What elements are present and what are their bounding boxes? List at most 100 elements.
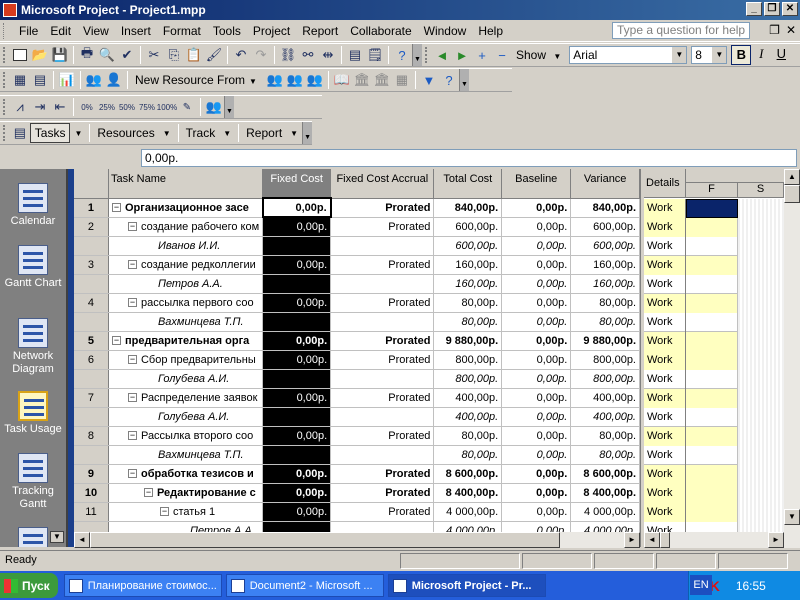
table-horizontal-scrollbar[interactable]: ◄ ► bbox=[74, 532, 640, 548]
work-cell-s[interactable] bbox=[738, 332, 784, 351]
task-row[interactable]: 7− Распределение заявок 0,00р. Prorated 400,… bbox=[74, 388, 640, 408]
scroll-left-icon[interactable]: ◄ bbox=[432, 45, 452, 65]
baseline-cell[interactable]: 0,00р. bbox=[501, 445, 572, 465]
copy-icon[interactable]: ⎘ bbox=[164, 45, 184, 65]
baseline-cell[interactable]: 0,00р. bbox=[501, 236, 572, 256]
undo-icon[interactable]: ↶ bbox=[231, 45, 251, 65]
work-cell-s[interactable] bbox=[738, 503, 784, 522]
scroll-down-button[interactable]: ▼ bbox=[784, 509, 800, 525]
resource-allocation-icon[interactable]: ▦ bbox=[10, 70, 30, 90]
fixed-cost-accrual-cell[interactable] bbox=[330, 407, 435, 427]
fixed-cost-accrual-cell[interactable]: Prorated bbox=[330, 293, 435, 313]
indent-plus-icon[interactable]: + bbox=[472, 45, 492, 65]
task-name-cell[interactable]: Петров А.А. bbox=[108, 521, 264, 532]
total-cost-cell[interactable]: 8 600,00р. bbox=[433, 464, 503, 484]
variance-cell[interactable]: 8 600,00р. bbox=[570, 464, 640, 484]
task-name-cell[interactable]: − создание редколлегии bbox=[108, 255, 264, 275]
fixed-cost-accrual-cell[interactable]: Prorated bbox=[330, 483, 435, 503]
chevron-down-icon[interactable]: ▼ bbox=[223, 129, 231, 138]
toolbar-options-icon[interactable]: ▼ bbox=[412, 44, 422, 66]
work-cell-f[interactable] bbox=[686, 218, 738, 237]
assignment-row[interactable]: Вахминцева Т.П. 80,00р. 0,00р. 80,00р. bbox=[74, 445, 640, 465]
work-cell-s[interactable] bbox=[738, 313, 784, 332]
baseline-cell[interactable]: 0,00р. bbox=[501, 198, 572, 218]
task-row[interactable]: 10− Редактирование с 0,00р. Prorated 8 400,0… bbox=[74, 483, 640, 503]
scroll-right-button[interactable]: ► bbox=[624, 532, 640, 548]
collapse-icon[interactable]: − bbox=[127, 393, 137, 403]
total-cost-cell[interactable]: 80,00р. bbox=[433, 312, 503, 332]
baseline-cell[interactable]: 0,00р. bbox=[501, 388, 572, 408]
work-cell-s[interactable] bbox=[738, 389, 784, 408]
variance-cell[interactable]: 80,00р. bbox=[570, 426, 640, 446]
chevron-down-icon[interactable]: ▼ bbox=[163, 129, 171, 138]
fixed-cost-cell[interactable]: 0,00р. bbox=[262, 464, 332, 484]
fixed-cost-cell[interactable] bbox=[262, 445, 332, 465]
guide-resources-button[interactable]: Resources bbox=[93, 126, 158, 140]
reschedule-work-icon[interactable]: ⇤ bbox=[50, 97, 70, 117]
scroll-thumb[interactable] bbox=[90, 532, 560, 548]
guide-report-button[interactable]: Report bbox=[242, 126, 286, 140]
timephased-row[interactable]: Work bbox=[644, 503, 784, 522]
format-painter-icon[interactable]: 🖌 bbox=[204, 45, 224, 65]
baseline-cell[interactable]: 0,00р. bbox=[501, 217, 572, 237]
update-tasks-icon[interactable]: ✎ bbox=[177, 97, 197, 117]
fixed-cost-accrual-cell[interactable] bbox=[330, 236, 435, 256]
row-id-cell[interactable] bbox=[74, 236, 109, 256]
work-cell-s[interactable] bbox=[738, 218, 784, 237]
language-indicator[interactable]: EN bbox=[690, 575, 712, 595]
view-gantt-chart[interactable]: Gantt Chart bbox=[0, 245, 66, 290]
work-cell-f[interactable] bbox=[686, 294, 738, 313]
timephased-row[interactable]: Work bbox=[644, 427, 784, 446]
row-id-cell[interactable]: 11 bbox=[74, 502, 109, 522]
variance-cell[interactable]: 800,00р. bbox=[570, 350, 640, 370]
baseline-cell[interactable]: 0,00р. bbox=[501, 312, 572, 332]
task-name-cell[interactable]: − обработка тезисов и bbox=[108, 464, 264, 484]
baseline-cell[interactable]: 0,00р. bbox=[501, 407, 572, 427]
row-id-cell[interactable]: 3 bbox=[74, 255, 109, 275]
fixed-cost-cell[interactable]: 0,00р. bbox=[262, 426, 332, 446]
baseline-cell[interactable]: 0,00р. bbox=[501, 255, 572, 275]
assignment-row[interactable]: Вахминцева Т.П. 80,00р. 0,00р. 80,00р. bbox=[74, 312, 640, 332]
taskbar-button-planning[interactable]: Планирование стоимос... bbox=[63, 574, 222, 597]
header-task-name[interactable]: Task Name bbox=[108, 169, 264, 199]
timescale-horizontal-scrollbar[interactable]: ◄ ► bbox=[644, 532, 800, 548]
address-book-icon[interactable]: 👥 bbox=[265, 70, 285, 90]
header-total-cost[interactable]: Total Cost bbox=[433, 169, 503, 199]
view-calendar[interactable]: Calendar bbox=[0, 183, 66, 228]
variance-cell[interactable]: 80,00р. bbox=[570, 293, 640, 313]
row-id-cell[interactable]: 4 bbox=[74, 293, 109, 313]
work-cell-s[interactable] bbox=[738, 237, 784, 256]
help-icon[interactable]: ? bbox=[392, 45, 412, 65]
total-cost-cell[interactable]: 800,00р. bbox=[433, 369, 503, 389]
doc-close-icon[interactable]: ✕ bbox=[786, 23, 796, 37]
spelling-icon[interactable]: ✔ bbox=[117, 45, 137, 65]
row-id-cell[interactable]: 8 bbox=[74, 426, 109, 446]
variance-cell[interactable]: 9 880,00р. bbox=[570, 331, 640, 351]
help-search-input[interactable]: Type a question for help bbox=[612, 22, 750, 39]
work-cell-s[interactable] bbox=[738, 294, 784, 313]
baseline-cell[interactable]: 0,00р. bbox=[501, 426, 572, 446]
row-id-cell[interactable] bbox=[74, 312, 109, 332]
task-row[interactable]: 4− рассылка первого соо 0,00р. Prorated 80,0… bbox=[74, 293, 640, 313]
collapse-icon[interactable]: − bbox=[127, 431, 137, 441]
update-as-scheduled-icon[interactable]: ⇥ bbox=[30, 97, 50, 117]
fixed-cost-cell[interactable] bbox=[262, 236, 332, 256]
task-row[interactable]: 3− создание редколлегии 0,00р. Prorated 160,… bbox=[74, 255, 640, 275]
work-cell-s[interactable] bbox=[738, 351, 784, 370]
assign-resources-icon[interactable]: 👥 bbox=[84, 70, 104, 90]
fixed-cost-accrual-cell[interactable]: Prorated bbox=[330, 198, 435, 218]
timephased-row[interactable]: Work bbox=[644, 370, 784, 389]
total-cost-cell[interactable]: 400,00р. bbox=[433, 388, 503, 408]
work-cell-s[interactable] bbox=[738, 408, 784, 427]
fixed-cost-accrual-cell[interactable] bbox=[330, 274, 435, 294]
row-id-cell[interactable]: 7 bbox=[74, 388, 109, 408]
share-resources-icon[interactable]: 👤 bbox=[104, 70, 124, 90]
assignment-row[interactable]: Голубева А.И. 800,00р. 0,00р. 800,00р. bbox=[74, 369, 640, 389]
scroll-right-button[interactable]: ► bbox=[768, 532, 784, 548]
work-cell-f[interactable] bbox=[686, 237, 738, 256]
variance-cell[interactable]: 160,00р. bbox=[570, 274, 640, 294]
header-baseline[interactable]: Baseline bbox=[501, 169, 572, 199]
collapse-icon[interactable]: − bbox=[159, 507, 169, 517]
view-tracking-gantt[interactable]: Tracking Gantt bbox=[0, 453, 66, 511]
start-button[interactable]: Пуск bbox=[0, 573, 58, 598]
